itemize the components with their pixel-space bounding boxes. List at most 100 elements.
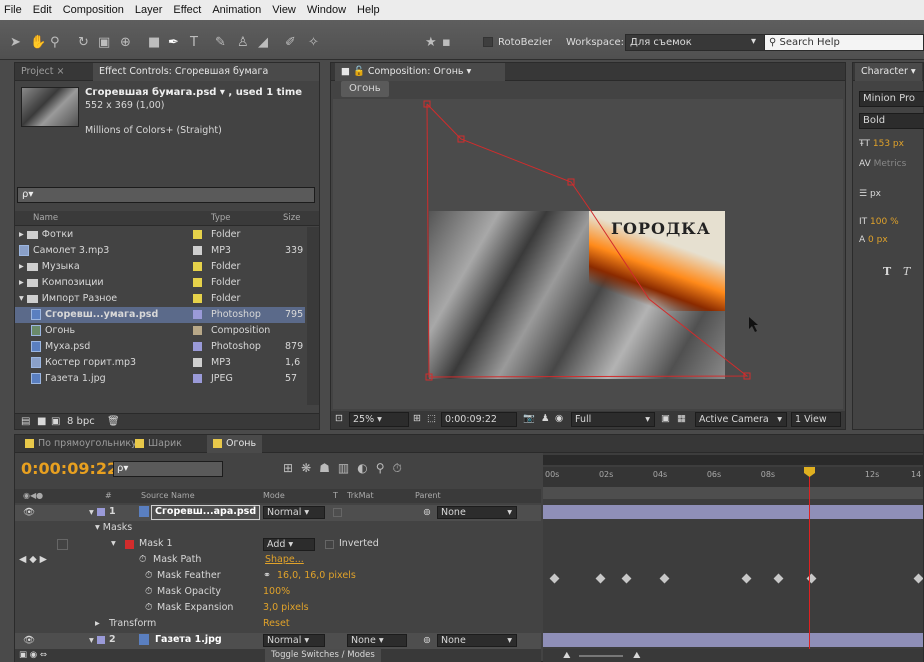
- project-list-item[interactable]: Самолет 3.mp3 MP3 339: [15, 243, 305, 259]
- col-size[interactable]: Size: [283, 213, 300, 223]
- visibility-eye-icon[interactable]: 👁: [23, 635, 35, 646]
- clone-stamp-tool-icon[interactable]: ♙: [237, 36, 249, 50]
- show-snapshot-icon[interactable]: ♟: [541, 413, 550, 424]
- layer-name[interactable]: Газета 1.jpg: [155, 634, 222, 645]
- hand-tool-icon[interactable]: ✋: [30, 36, 46, 50]
- roi-icon[interactable]: ▣: [661, 413, 670, 424]
- pickwhip-icon[interactable]: ⊚: [423, 507, 431, 518]
- puppet-tool-icon[interactable]: ✧: [308, 36, 319, 50]
- project-list-item[interactable]: ▾ Импорт Разное Folder: [15, 291, 305, 307]
- visibility-eye-icon[interactable]: 👁: [23, 507, 35, 518]
- inverted-checkbox[interactable]: [325, 540, 334, 549]
- menu-window[interactable]: Window: [307, 4, 346, 16]
- mask-opacity-value[interactable]: 100%: [263, 586, 290, 597]
- project-list-item[interactable]: ▸ Композиции Folder: [15, 275, 305, 291]
- label-color-swatch[interactable]: [193, 358, 202, 367]
- mask-path-row[interactable]: ◀ ◆ ▶ ⏱ Mask Path Shape...: [15, 553, 541, 569]
- menu-composition[interactable]: Composition: [63, 4, 124, 16]
- col-parent[interactable]: Parent: [415, 491, 441, 500]
- twirl-icon[interactable]: ▸: [19, 277, 27, 288]
- rotobezier-checkbox[interactable]: [483, 37, 493, 47]
- faux-italic-button[interactable]: T: [903, 265, 910, 278]
- pickwhip-icon[interactable]: ⊚: [423, 635, 431, 646]
- bpc-label[interactable]: 8 bpc: [67, 416, 95, 427]
- timeline-layer-row[interactable]: 👁 ▾ 1 Сгоревш...ара.psd Normal ▾ ⊚ None …: [15, 505, 541, 521]
- masks-group[interactable]: ▾ Masks: [95, 522, 132, 533]
- timeline-timecode[interactable]: 0:00:09:22: [21, 459, 118, 478]
- stopwatch-icon[interactable]: ⏱: [145, 602, 152, 613]
- frame-blending-icon[interactable]: ▥: [338, 461, 357, 475]
- menu-view[interactable]: View: [272, 4, 296, 16]
- mask-tool-icon[interactable]: ■: [148, 36, 160, 50]
- twirl-closed-icon[interactable]: ▸: [95, 618, 100, 629]
- layer-label-color[interactable]: [97, 508, 105, 516]
- axis-icon[interactable]: ▪: [442, 36, 451, 50]
- mask-mode-select[interactable]: Add ▾: [263, 538, 315, 551]
- label-color-swatch[interactable]: [193, 230, 202, 239]
- project-scrollbar[interactable]: [307, 227, 319, 405]
- tab-effect-controls[interactable]: Effect Controls: Сгоревшая бумага: [93, 63, 319, 81]
- keyframe[interactable]: [621, 573, 632, 584]
- baseline-shift-value[interactable]: 0 px: [868, 235, 888, 245]
- mask-expansion-row[interactable]: ⏱ Mask Expansion 3,0 pixels: [15, 601, 541, 617]
- label-color-swatch[interactable]: [193, 246, 202, 255]
- workspace-select[interactable]: Для съемок ▾: [625, 34, 765, 51]
- expand-collapse-icon[interactable]: ▣ ◉ ⇔: [19, 650, 47, 660]
- keyframe[interactable]: [595, 573, 606, 584]
- col-mode[interactable]: Mode: [263, 491, 285, 500]
- label-color-swatch[interactable]: [193, 326, 202, 335]
- layer-parent-select[interactable]: None ▾: [437, 634, 517, 647]
- twirl-icon[interactable]: ▸: [19, 261, 27, 272]
- zoom-select[interactable]: 25% ▾: [349, 412, 409, 427]
- toggle-switches-modes-button[interactable]: Toggle Switches / Modes: [265, 649, 381, 662]
- tab-character[interactable]: Character ▾: [855, 63, 922, 81]
- twirl-icon[interactable]: ▾: [19, 293, 27, 304]
- stopwatch-icon[interactable]: ⏱: [393, 461, 410, 475]
- snapshot-icon[interactable]: 📷: [523, 413, 535, 424]
- label-color-swatch[interactable]: [193, 374, 202, 383]
- col-type[interactable]: Type: [211, 213, 231, 223]
- mask-feather-row[interactable]: ⏱ Mask Feather ⚭ 16,0, 16,0 pixels: [15, 569, 541, 585]
- new-comp-icon[interactable]: ▣: [51, 416, 60, 427]
- zoom-tool-icon[interactable]: ⚲: [50, 36, 60, 50]
- layer-mode-select[interactable]: Normal ▾: [263, 634, 325, 647]
- new-folder-icon[interactable]: ■: [37, 416, 46, 427]
- font-size-value[interactable]: 153 px: [873, 139, 904, 149]
- project-list-item[interactable]: Сгоревш...умага.psd Photoshop 795: [15, 307, 305, 323]
- time-navigator[interactable]: [543, 487, 923, 499]
- playhead-line[interactable]: [809, 467, 810, 649]
- magnify-icon[interactable]: ⊡: [335, 413, 343, 424]
- mask1-name[interactable]: Mask 1: [139, 538, 173, 549]
- keyframe[interactable]: [549, 573, 560, 584]
- roto-brush-tool-icon[interactable]: ✐: [285, 36, 296, 50]
- comp-viewer[interactable]: ГОРОДКА: [333, 99, 843, 409]
- faux-bold-button[interactable]: T: [883, 265, 891, 278]
- views-select[interactable]: 1 View: [791, 412, 841, 427]
- layer-name[interactable]: Сгоревш...ара.psd: [151, 505, 261, 520]
- transform-row[interactable]: ▸ Transform Reset: [15, 617, 541, 633]
- label-color-swatch[interactable]: [193, 342, 202, 351]
- lock-icon[interactable]: 🔓: [353, 66, 365, 77]
- region-icon[interactable]: ⬚: [427, 413, 436, 424]
- col-name[interactable]: Name: [33, 213, 58, 223]
- mask-lock-checkbox[interactable]: [57, 539, 68, 550]
- project-list-item[interactable]: ▸ Музыка Folder: [15, 259, 305, 275]
- project-list-item[interactable]: Муха.psd Photoshop 879: [15, 339, 305, 355]
- eraser-tool-icon[interactable]: ◢: [258, 36, 268, 50]
- twirl-icon[interactable]: ▸: [19, 229, 27, 240]
- mask-color-swatch[interactable]: [125, 540, 134, 549]
- type-tool-icon[interactable]: T: [190, 36, 198, 50]
- grid-icon[interactable]: ⊞: [413, 413, 421, 424]
- link-icon[interactable]: ⚭: [263, 570, 271, 581]
- transparency-grid-icon[interactable]: ▦: [677, 413, 686, 424]
- trkmat-select[interactable]: None ▾: [347, 634, 407, 647]
- menu-help[interactable]: Help: [357, 4, 380, 16]
- camera-tool-icon[interactable]: ▣: [98, 36, 110, 50]
- mask-opacity-row[interactable]: ⏱ Mask Opacity 100%: [15, 585, 541, 601]
- trash-icon[interactable]: 🗑: [107, 416, 120, 427]
- comp-name-button[interactable]: Огонь: [341, 81, 389, 97]
- zoom-out-icon[interactable]: ⛰: [563, 651, 571, 661]
- label-color-swatch[interactable]: [193, 294, 202, 303]
- stopwatch-icon[interactable]: ⏱: [145, 570, 152, 581]
- project-list-item[interactable]: Костер горит.mp3 MP3 1,6: [15, 355, 305, 371]
